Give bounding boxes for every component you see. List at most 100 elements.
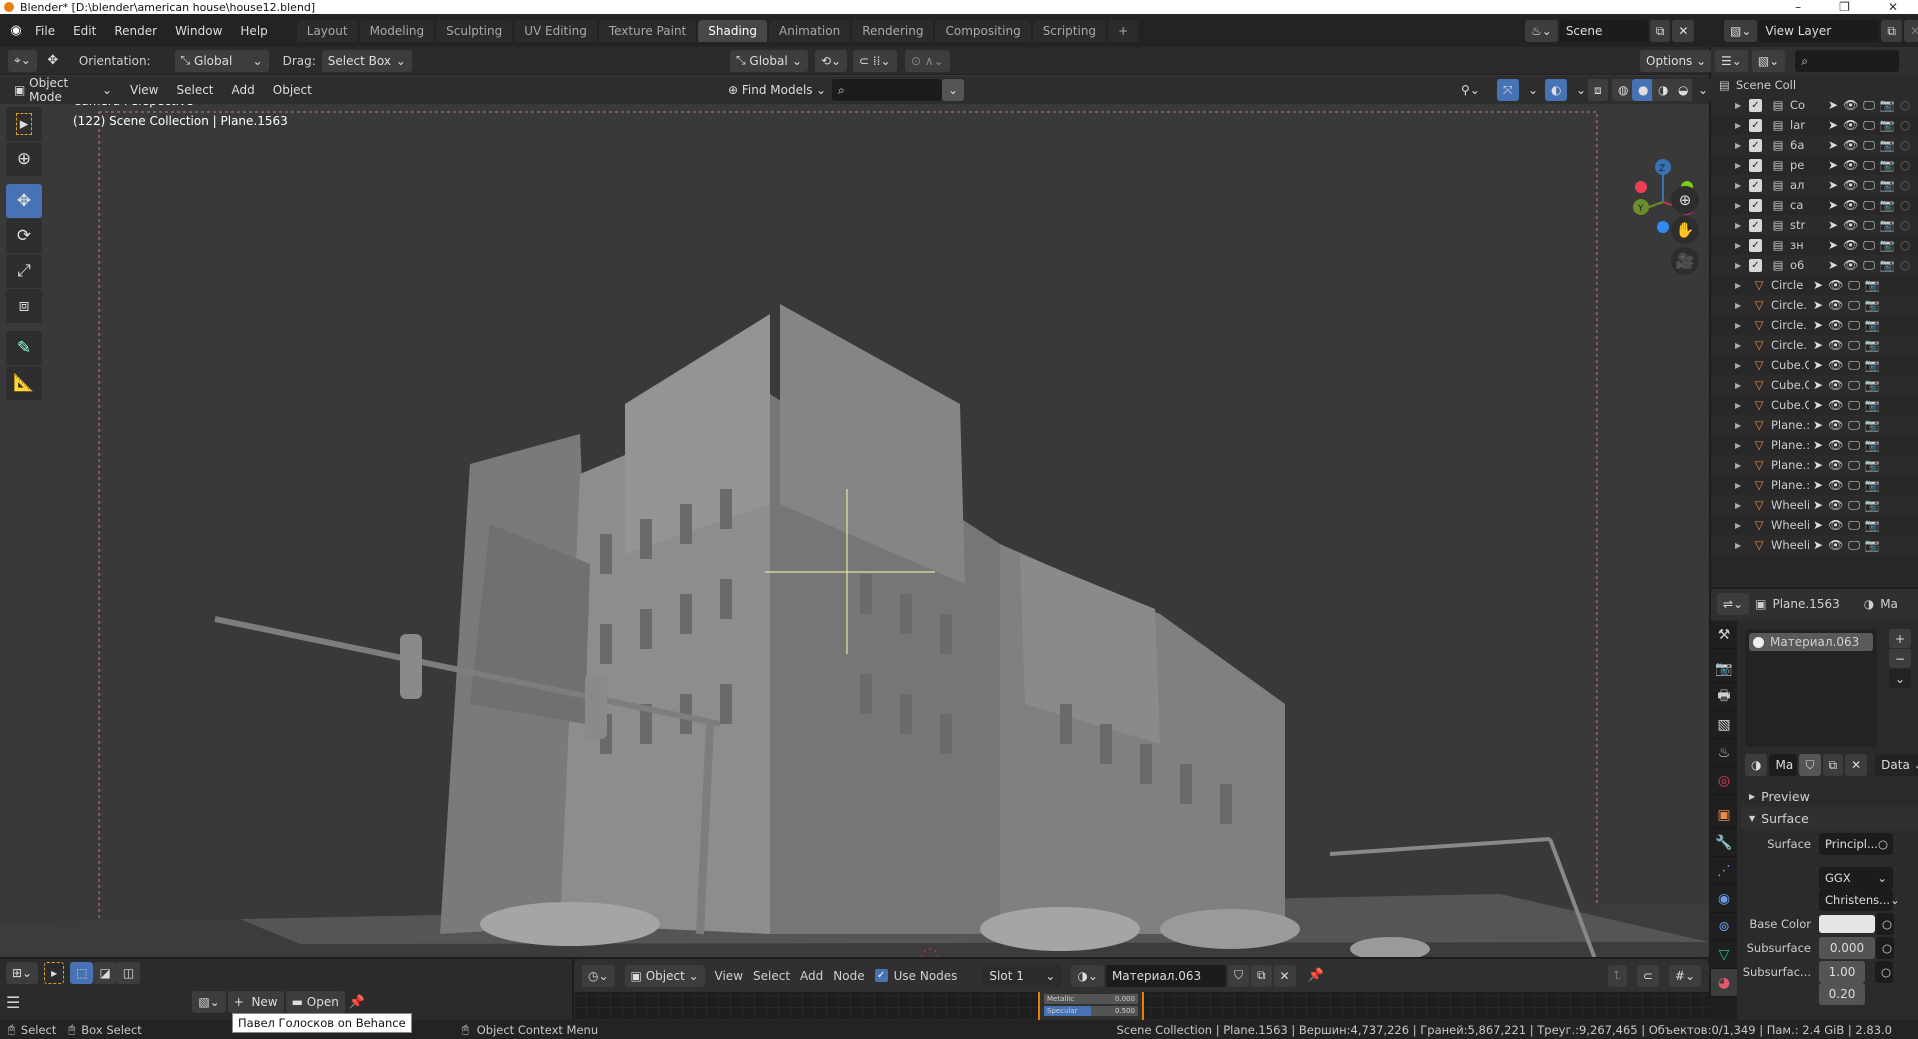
move-tool[interactable]: ✥ bbox=[6, 184, 42, 218]
monitor-icon[interactable]: 🖵 bbox=[1848, 518, 1860, 533]
tab-sculpting[interactable]: Sculpting bbox=[436, 20, 513, 42]
overlays-toggle-icon[interactable]: ◐ bbox=[1545, 79, 1568, 101]
camera-render-icon[interactable]: 📷 bbox=[1865, 398, 1880, 413]
material-browse-button[interactable]: ◑ bbox=[1745, 754, 1768, 776]
base-color-link-icon[interactable]: ○ bbox=[1876, 913, 1894, 935]
scale-tool[interactable]: ⤢ bbox=[6, 254, 42, 288]
selectable-arrow-icon[interactable]: ➤ bbox=[1813, 498, 1823, 513]
camera-render-icon[interactable]: 📷 bbox=[1880, 218, 1895, 233]
eye-icon[interactable]: 👁 bbox=[1828, 498, 1843, 513]
selectable-arrow-icon[interactable]: ➤ bbox=[1813, 418, 1823, 433]
camera-render-icon[interactable]: 📷 bbox=[1865, 518, 1880, 533]
selectable-arrow-icon[interactable]: ➤ bbox=[1828, 198, 1838, 213]
selectable-arrow-icon[interactable]: ➤ bbox=[1813, 478, 1823, 493]
tab-particles[interactable]: ⋰ bbox=[1711, 857, 1737, 885]
exclude-checkbox[interactable]: ✓ bbox=[1749, 258, 1762, 272]
camera-render-icon[interactable]: 📷 bbox=[1865, 298, 1880, 313]
outliner-object-row[interactable]: ▶ ▽ Plane.: ➤ 👁 🖵 📷 bbox=[1711, 475, 1918, 495]
object-mode-dropdown[interactable]: ▣ Object Mode ⌄ bbox=[8, 76, 118, 104]
exclude-checkbox[interactable]: ✓ bbox=[1749, 138, 1762, 152]
monitor-icon[interactable]: 🖵 bbox=[1848, 278, 1860, 293]
drag-dropdown[interactable]: Select Box ⌄ bbox=[321, 49, 412, 72]
camera-render-icon[interactable]: 📷 bbox=[1880, 198, 1895, 213]
properties-editor-type[interactable]: ⇌⌄ bbox=[1717, 593, 1750, 615]
monitor-icon[interactable]: 🖵 bbox=[1848, 458, 1860, 473]
node-duplicate-icon[interactable]: ⧉ bbox=[1250, 964, 1272, 987]
holdout-icon[interactable]: ○ bbox=[1900, 218, 1910, 233]
outliner-object-row[interactable]: ▶ ▽ Plane.: ➤ 👁 🖵 📷 bbox=[1711, 455, 1918, 475]
monitor-icon[interactable]: 🖵 bbox=[1848, 298, 1860, 313]
eye-icon[interactable]: 👁 bbox=[1828, 338, 1843, 353]
3d-viewport[interactable]: ⌖⌄ ✥ Orientation: ⤡ Global ⌄ Drag: Select… bbox=[0, 47, 1715, 957]
node-snap-icon[interactable]: ⊂ bbox=[1636, 964, 1659, 987]
link-dropdown[interactable]: Data ⌄ bbox=[1875, 754, 1918, 776]
eye-icon[interactable]: 👁 bbox=[1843, 178, 1858, 193]
measure-tool[interactable]: 📐 bbox=[6, 366, 42, 400]
monitor-icon[interactable]: 🖵 bbox=[1863, 258, 1875, 273]
tab-constraints[interactable]: ⊚ bbox=[1711, 913, 1737, 941]
selectable-arrow-icon[interactable]: ➤ bbox=[1813, 538, 1823, 553]
camera-render-icon[interactable]: 📷 bbox=[1880, 138, 1895, 153]
outliner-collection-row[interactable]: ▶ ✓ ▤ o6 ➤ 👁 🖵 📷 ○ bbox=[1711, 255, 1918, 275]
expand-arrow-icon[interactable]: ▶ bbox=[1735, 321, 1745, 330]
eye-icon[interactable]: 👁 bbox=[1828, 438, 1843, 453]
monitor-icon[interactable]: 🖵 bbox=[1863, 118, 1875, 133]
outliner-object-row[interactable]: ▶ ▽ Circle ➤ 👁 🖵 📷 bbox=[1711, 275, 1918, 295]
surface-panel-header[interactable]: ▼ Surface bbox=[1741, 807, 1918, 829]
camera-render-icon[interactable]: 📷 bbox=[1865, 438, 1880, 453]
tab-shading[interactable]: Shading bbox=[698, 20, 767, 42]
outliner-collection-row[interactable]: ▶ ✓ ▤ ал ➤ 👁 🖵 📷 ○ bbox=[1711, 175, 1918, 195]
menu-edit[interactable]: Edit bbox=[64, 24, 105, 38]
view-layer-field[interactable]: View Layer bbox=[1759, 20, 1880, 42]
monitor-icon[interactable]: 🖵 bbox=[1848, 358, 1860, 373]
selectable-arrow-icon[interactable]: ➤ bbox=[1813, 438, 1823, 453]
tab-animation[interactable]: Animation bbox=[769, 20, 851, 42]
selectable-arrow-icon[interactable]: ➤ bbox=[1828, 218, 1838, 233]
expand-arrow-icon[interactable]: ▶ bbox=[1735, 101, 1745, 110]
eye-icon[interactable]: 👁 bbox=[1828, 298, 1843, 313]
holdout-icon[interactable]: ○ bbox=[1900, 118, 1910, 133]
node-field-specular[interactable]: Specular 0.500 bbox=[1044, 1006, 1138, 1016]
monitor-icon[interactable]: 🖵 bbox=[1848, 338, 1860, 353]
find-models-dropdown[interactable]: ⊕ Find Models ⌄ bbox=[722, 79, 832, 101]
tab-scripting[interactable]: Scripting bbox=[1032, 20, 1107, 42]
monitor-icon[interactable]: 🖵 bbox=[1863, 178, 1875, 193]
monitor-icon[interactable]: 🖵 bbox=[1848, 498, 1860, 513]
material-name-field[interactable]: Ma bbox=[1769, 754, 1798, 776]
outliner-collection-row[interactable]: ▶ ✓ ▤ lar ➤ 👁 🖵 📷 ○ bbox=[1711, 115, 1918, 135]
menu-window[interactable]: Window bbox=[166, 24, 231, 38]
subsurface-link-icon[interactable]: ○ bbox=[1876, 937, 1894, 959]
surface-shader-field[interactable]: Principl... ○ bbox=[1819, 833, 1893, 855]
menu-select[interactable]: Select bbox=[170, 79, 220, 101]
outliner-collection-row[interactable]: ▶ ✓ ▤ зн ➤ 👁 🖵 📷 ○ bbox=[1711, 235, 1918, 255]
holdout-icon[interactable]: ○ bbox=[1900, 238, 1910, 253]
orientation-dropdown[interactable]: ⤡ Global ⌄ bbox=[174, 49, 269, 72]
menu-object[interactable]: Object bbox=[266, 79, 318, 101]
eye-icon[interactable]: 👁 bbox=[1828, 518, 1843, 533]
select-mode-subtract-icon[interactable]: ◫ bbox=[116, 962, 141, 984]
select-box-tool[interactable]: ▸ bbox=[6, 107, 42, 141]
outliner-object-row[interactable]: ▶ ▽ Cube.C ➤ 👁 🖵 📷 bbox=[1711, 395, 1918, 415]
holdout-icon[interactable]: ○ bbox=[1900, 158, 1910, 173]
outliner-object-row[interactable]: ▶ ▽ Circle. ➤ 👁 🖵 📷 bbox=[1711, 295, 1918, 315]
outliner-display-mode[interactable]: ▧⌄ bbox=[1751, 50, 1786, 72]
eye-icon[interactable]: 👁 bbox=[1828, 458, 1843, 473]
menu-help[interactable]: Help bbox=[231, 24, 276, 38]
tab-compositing[interactable]: Compositing bbox=[935, 20, 1031, 42]
camera-render-icon[interactable]: 📷 bbox=[1865, 458, 1880, 473]
slot-dropdown[interactable]: Slot 1 ⌄ bbox=[983, 964, 1062, 987]
expand-arrow-icon[interactable]: ▶ bbox=[1735, 221, 1745, 230]
node-pin-icon[interactable]: 📌 bbox=[1306, 966, 1326, 986]
parent-node-tree-icon[interactable]: ⮤ bbox=[1607, 964, 1627, 987]
tab-object[interactable]: ▣ bbox=[1711, 801, 1737, 829]
outliner-object-row[interactable]: ▶ ▽ Plane.: ➤ 👁 🖵 📷 bbox=[1711, 435, 1918, 455]
expand-arrow-icon[interactable]: ▶ bbox=[1735, 281, 1745, 290]
node-menu-node[interactable]: Node bbox=[833, 969, 864, 983]
selectable-arrow-icon[interactable]: ➤ bbox=[1813, 458, 1823, 473]
camera-render-icon[interactable]: 📷 bbox=[1865, 358, 1880, 373]
expand-arrow-icon[interactable]: ▶ bbox=[1735, 541, 1745, 550]
view-layer-new-icon[interactable]: ⧉ bbox=[1881, 20, 1902, 42]
expand-arrow-icon[interactable]: ▶ bbox=[1735, 341, 1745, 350]
expand-arrow-icon[interactable]: ▶ bbox=[1735, 501, 1745, 510]
node-menu-select[interactable]: Select bbox=[753, 969, 790, 983]
